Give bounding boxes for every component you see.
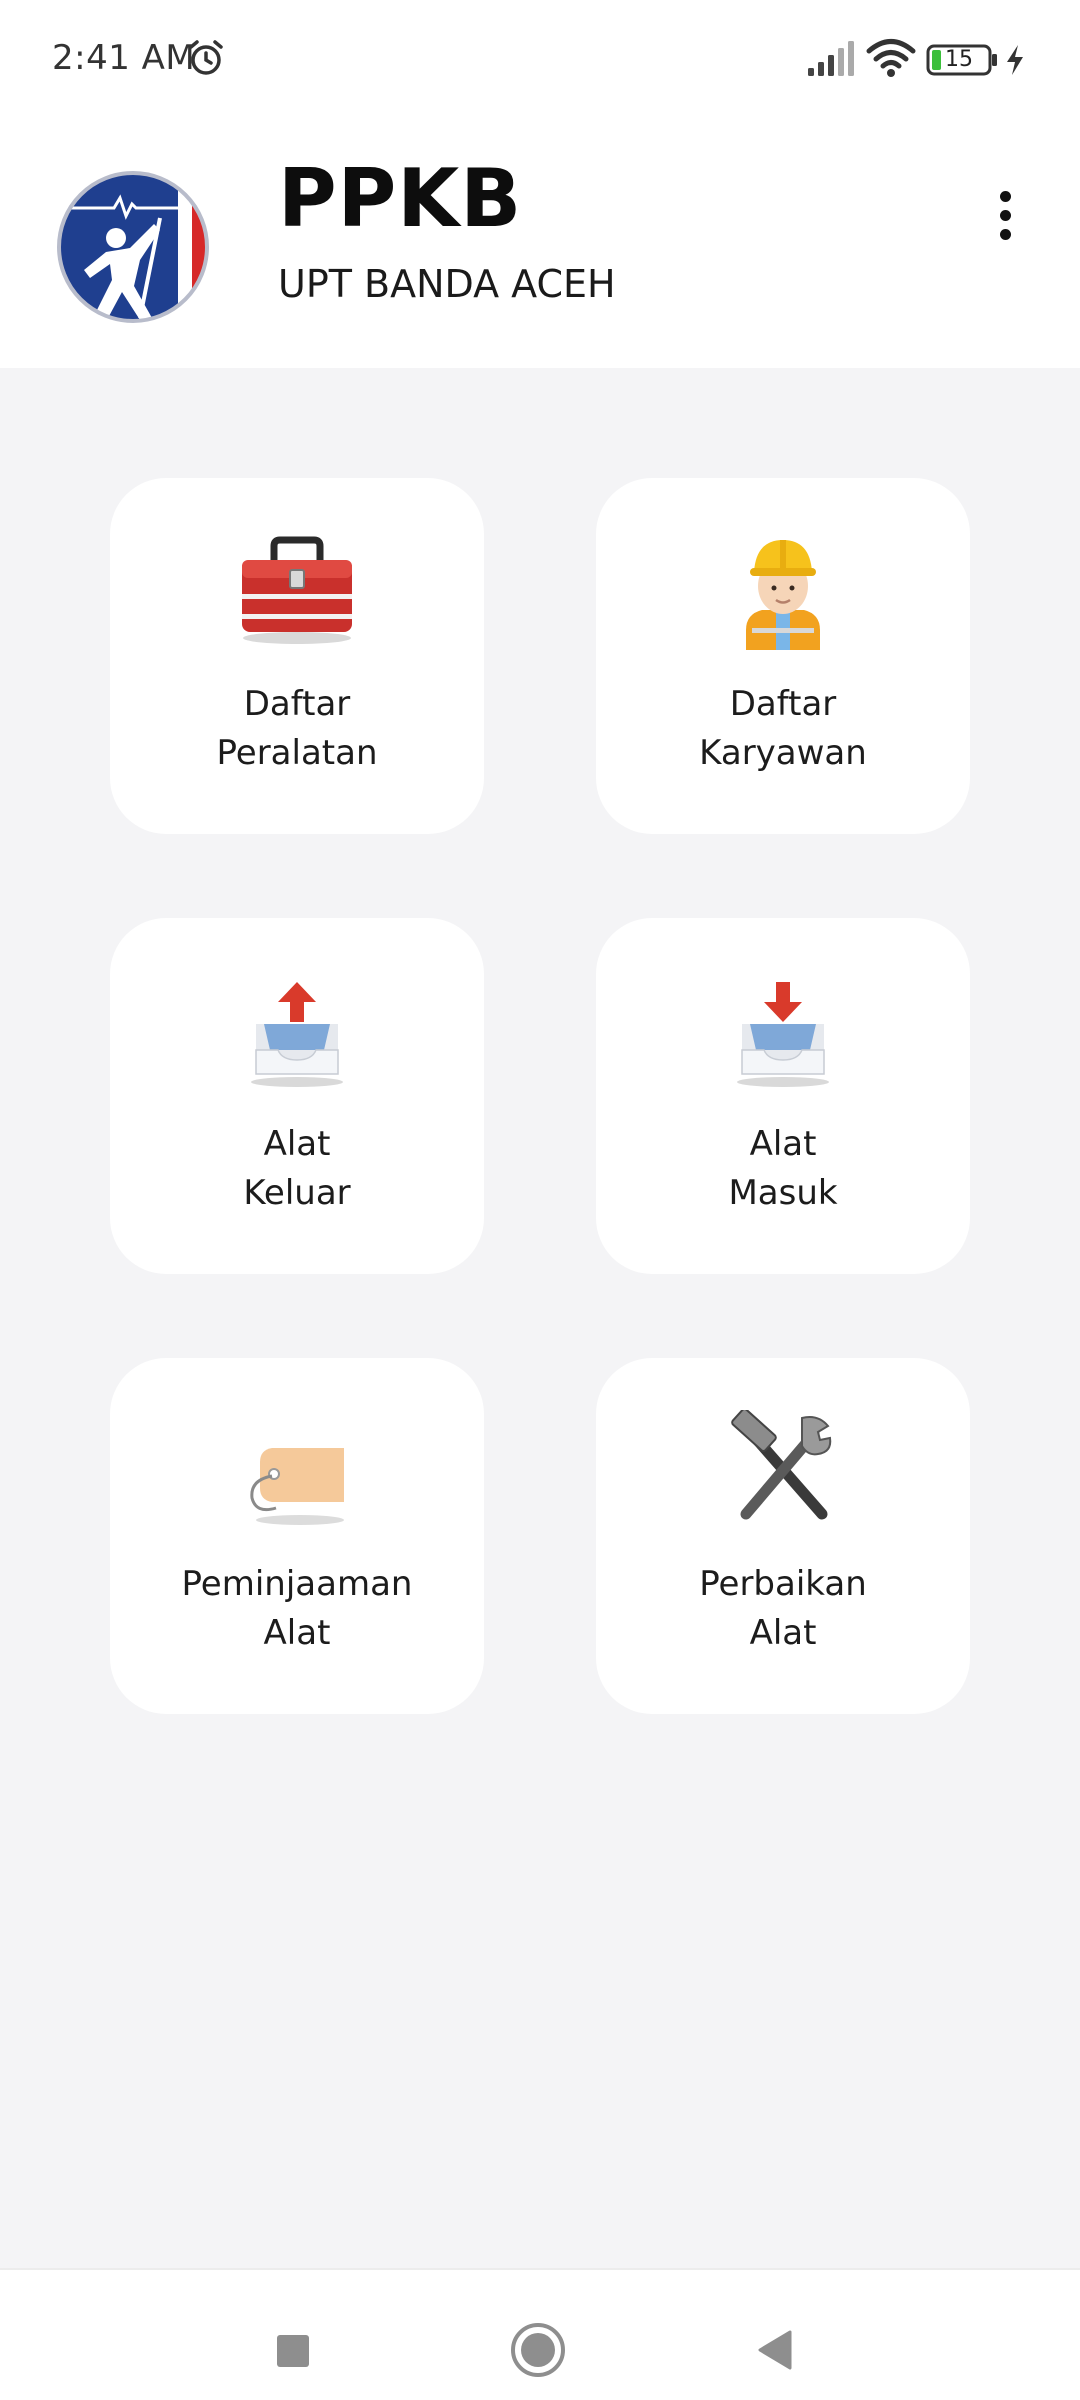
screen: 2:41 AM 15 PPKB UPT BANDA ACEH Daftar Pe… [0, 0, 1080, 2400]
app-header: PPKB UPT BANDA ACEH [0, 120, 1080, 368]
battery-level: 15 [945, 47, 973, 72]
menu-card-alat-keluar[interactable]: Alat Keluar [110, 918, 484, 1274]
hammer-wrench-icon [731, 1410, 832, 1520]
menu-card-label: Perbaikan Alat [699, 1564, 867, 1653]
outbox-tray-icon [251, 982, 343, 1087]
home-icon[interactable] [510, 2322, 566, 2378]
status-time: 2:41 AM [52, 38, 196, 78]
inbox-tray-icon [737, 982, 829, 1087]
charging-icon [1007, 45, 1023, 75]
tag-label-icon [250, 1448, 344, 1525]
menu-card-label: Daftar Peralatan [216, 684, 378, 773]
status-bar: 2:41 AM 15 [0, 0, 1080, 120]
overflow-menu-icon[interactable] [985, 160, 1025, 270]
menu-card-label: Alat Keluar [243, 1124, 351, 1213]
menu-card-alat-masuk[interactable]: Alat Masuk [596, 918, 970, 1274]
pln-lineman-logo [57, 171, 209, 323]
construction-worker-icon [746, 540, 820, 650]
wifi-icon [866, 39, 916, 77]
menu-card-label: Daftar Karyawan [699, 684, 867, 773]
navigation-bar [0, 2268, 1080, 2400]
app-title: PPKB [278, 152, 523, 245]
app-subtitle: UPT BANDA ACEH [278, 262, 616, 306]
signal-icon [808, 41, 854, 76]
back-icon[interactable] [756, 2330, 794, 2370]
menu-card-daftar-peralatan[interactable]: Daftar Peralatan [110, 478, 484, 834]
menu-card-label: Alat Masuk [728, 1124, 838, 1213]
menu-card-daftar-karyawan[interactable]: Daftar Karyawan [596, 478, 970, 834]
menu-card-label: Peminjaaman Alat [181, 1564, 413, 1653]
toolbox-icon [242, 536, 352, 644]
menu-card-perbaikan-alat[interactable]: Perbaikan Alat [596, 1358, 970, 1714]
recent-apps-icon[interactable] [276, 2334, 310, 2368]
menu-card-peminjaaman-alat[interactable]: Peminjaaman Alat [110, 1358, 484, 1714]
alarm-icon [189, 40, 223, 75]
